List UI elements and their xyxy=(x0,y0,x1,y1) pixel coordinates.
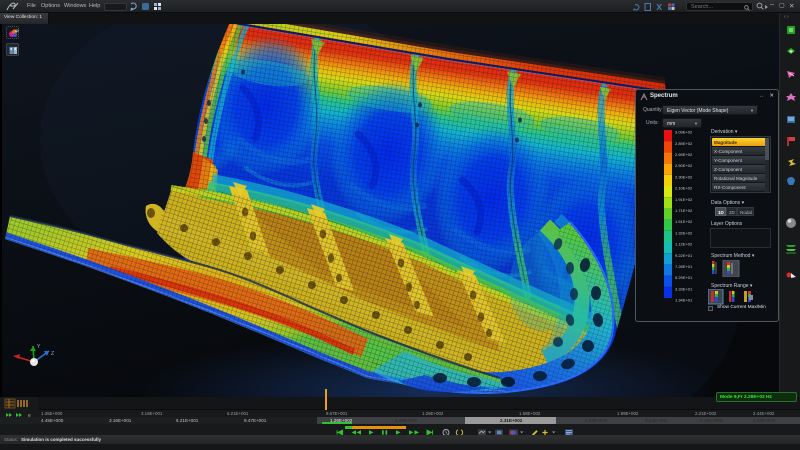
svg-text:3.09E+02: 3.09E+02 xyxy=(675,130,693,135)
svg-text:9.22E+01: 9.22E+01 xyxy=(675,253,693,258)
svg-text:1.34E+01: 1.34E+01 xyxy=(675,298,693,303)
svg-text:1.91E+02: 1.91E+02 xyxy=(675,197,693,202)
svg-text:1.51E+02: 1.51E+02 xyxy=(675,219,693,224)
svg-text:4X: 4X xyxy=(15,29,19,33)
svg-text:2.69E+02: 2.69E+02 xyxy=(675,152,693,157)
svg-text:1.71E+02: 1.71E+02 xyxy=(675,208,693,213)
svg-text:3.33E+01: 3.33E+01 xyxy=(675,286,693,291)
svg-text:Z: Z xyxy=(51,351,54,357)
svg-text:1.32E+02: 1.32E+02 xyxy=(675,230,693,235)
svg-text:2.89E+02: 2.89E+02 xyxy=(675,141,693,146)
svg-text:2.50E+02: 2.50E+02 xyxy=(675,163,693,168)
svg-text:2.10E+02: 2.10E+02 xyxy=(675,186,693,191)
svg-text:5.29E+01: 5.29E+01 xyxy=(675,275,693,280)
svg-text:2.30E+02: 2.30E+02 xyxy=(675,174,693,179)
svg-text:7.26E+01: 7.26E+01 xyxy=(675,264,693,269)
svg-text:1.12E+02: 1.12E+02 xyxy=(675,242,693,247)
